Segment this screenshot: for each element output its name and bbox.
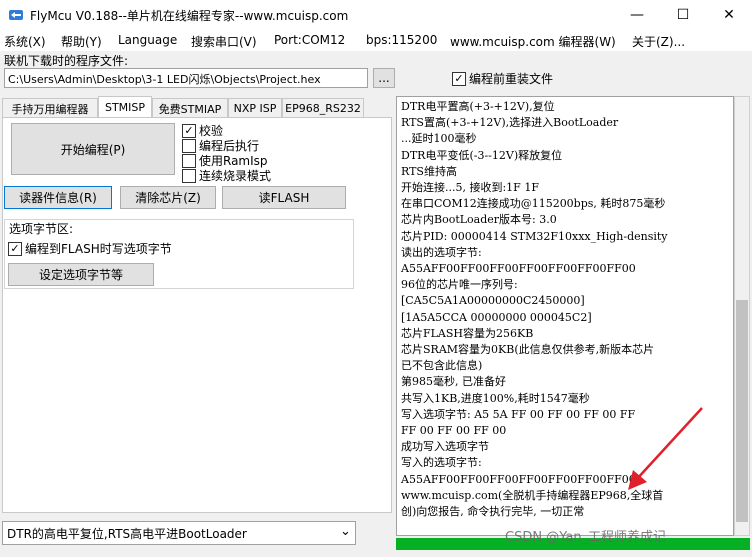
menu-bps[interactable]: bps:115200	[366, 33, 437, 47]
reset-mode-select[interactable]: DTR的高电平复位,RTS高电平进BootLoader	[2, 521, 356, 545]
log-line: 读出的选项字节:	[401, 245, 482, 259]
continuous-burn-label: 连续烧录模式	[199, 169, 272, 183]
set-option-bytes-button[interactable]: 设定选项字节等	[8, 263, 154, 286]
log-line: 96位的芯片唯一序列号:	[401, 278, 518, 292]
chevron-down-icon[interactable]: ⌄	[340, 524, 351, 539]
checkbox-check-icon: ✓	[8, 241, 22, 256]
reload-before-program-checkbox[interactable]: ✓ 编程前重装文件	[452, 70, 553, 87]
window-title: FlyMcu V0.188--单片机在线编程专家--www.mcuisp.com	[30, 9, 349, 23]
reset-mode-value: DTR的高电平复位,RTS高电平进BootLoader	[7, 527, 247, 541]
menu-about[interactable]: 关于(Z)...	[632, 33, 685, 50]
start-programming-button[interactable]: 开始编程(P)	[11, 123, 175, 175]
menu-bar: 系统(X) 帮助(Y) Language 搜索串口(V) Port:COM12 …	[0, 30, 752, 51]
option-byte-area-label: 选项字节区:	[8, 220, 75, 237]
checkbox-empty-icon	[182, 153, 196, 168]
tab-nxp-isp[interactable]: NXP ISP	[228, 98, 282, 118]
menu-port[interactable]: Port:COM12	[274, 33, 345, 47]
close-button[interactable]: ✕	[706, 0, 752, 30]
red-arrow-annotation	[628, 407, 703, 490]
log-line: RTS置高(+3-+12V),选择进入BootLoader	[401, 116, 619, 130]
write-option-bytes-checkbox[interactable]: ✓ 编程到FLASH时写选项字节	[8, 240, 172, 257]
log-line: A55AFF00FF00FF00FF00FF00FF00FF00	[401, 262, 636, 276]
log-line: 第985毫秒, 已准备好	[401, 375, 506, 389]
log-line: 芯片PID: 00000414 STM32F10xxx_High-density	[401, 229, 668, 243]
tab-free-stmiap[interactable]: 免费STMIAP	[152, 98, 228, 118]
log-line: RTS维持高	[401, 164, 457, 178]
program-file-label: 联机下载时的程序文件:	[4, 54, 129, 68]
menu-search-port[interactable]: 搜索串口(V)	[191, 33, 257, 50]
log-line: 在串口COM12连接成功@115200bps, 耗时875毫秒	[401, 197, 666, 211]
log-scrollbar-thumb[interactable]	[736, 300, 748, 522]
log-line: ...延时100毫秒	[401, 132, 477, 146]
menu-system[interactable]: 系统(X)	[4, 33, 46, 50]
title-bar: FlyMcu V0.188--单片机在线编程专家--www.mcuisp.com…	[0, 0, 752, 30]
menu-programmer[interactable]: www.mcuisp.com 编程器(W)	[450, 33, 616, 50]
continuous-burn-checkbox[interactable]: 连续烧录模式	[182, 167, 271, 184]
read-device-info-button[interactable]: 读器件信息(R)	[4, 186, 112, 209]
maximize-button[interactable]: ☐	[660, 0, 706, 30]
watermark: CSDN @Yan_工程师养成记	[505, 530, 667, 545]
log-line: 已不包含此信息)	[401, 359, 483, 373]
erase-chip-button[interactable]: 清除芯片(Z)	[120, 186, 216, 209]
checkbox-empty-icon	[182, 168, 196, 183]
tab-ep968-rs232[interactable]: EP968_RS232	[282, 98, 364, 118]
log-line: 芯片内BootLoader版本号: 3.0	[401, 213, 557, 227]
checkbox-empty-icon	[182, 138, 196, 153]
log-line: DTR电平变低(-3--12V)释放复位	[401, 148, 563, 162]
tab-handheld-programmer[interactable]: 手持万用编程器	[2, 98, 98, 118]
tab-stmisp[interactable]: STMISP	[98, 96, 152, 118]
log-line: DTR电平置高(+3-+12V),复位	[401, 100, 555, 113]
program-file-path-input[interactable]: C:\Users\Admin\Desktop\3-1 LED闪烁\Objects…	[4, 68, 368, 88]
log-line: [1A5A5CCA 00000000 000045C2]	[401, 310, 592, 324]
browse-file-button[interactable]: ...	[373, 68, 395, 88]
reload-before-program-label: 编程前重装文件	[469, 72, 554, 86]
checkbox-check-icon: ✓	[182, 123, 196, 138]
log-line: 芯片FLASH容量为256KB	[401, 326, 534, 340]
log-line: 开始连接...5, 接收到:1F 1F	[401, 181, 539, 195]
checkbox-check-icon: ✓	[452, 71, 466, 86]
log-line: [CA5C5A1A00000000C2450000]	[401, 294, 585, 308]
log-line: 创)向您报告, 命令执行完毕, 一切正常	[401, 505, 585, 519]
menu-help[interactable]: 帮助(Y)	[61, 33, 102, 50]
read-flash-button[interactable]: 读FLASH	[222, 186, 346, 209]
flymcu-app-icon	[9, 10, 23, 20]
write-option-bytes-label: 编程到FLASH时写选项字节	[25, 242, 172, 256]
minimize-button[interactable]: —	[614, 0, 660, 30]
log-line: 芯片SRAM容量为0KB(此信息仅供参考,新版本芯片	[401, 343, 655, 357]
menu-language[interactable]: Language	[118, 33, 177, 47]
